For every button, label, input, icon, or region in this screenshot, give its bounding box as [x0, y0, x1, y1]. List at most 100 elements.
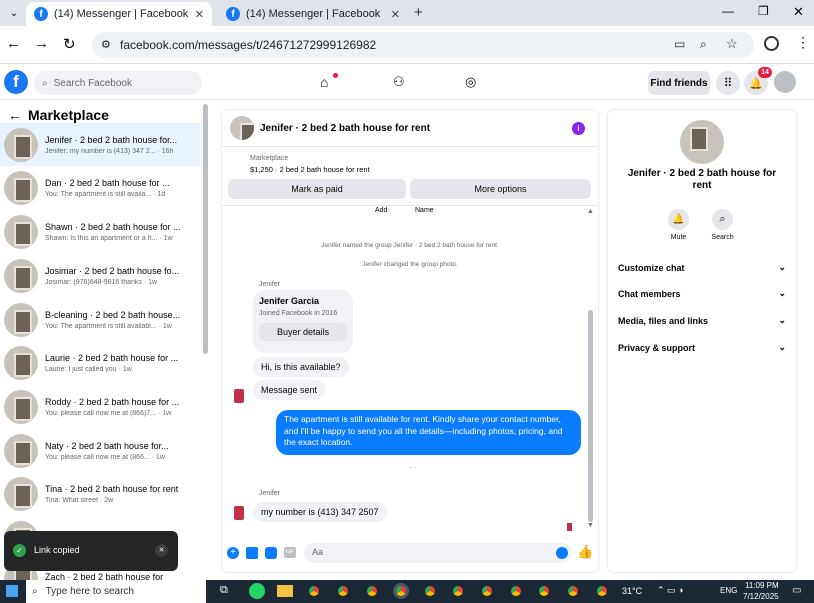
listing-avatar [4, 389, 38, 424]
gif-icon[interactable]: GIF [284, 547, 296, 558]
facebook-search-input[interactable]: ⌕ Search Facebook [34, 71, 202, 95]
url-field[interactable]: ⚙ facebook.com/messages/t/24671272999126… [92, 32, 754, 58]
close-window-icon[interactable]: ✕ [793, 4, 804, 20]
chrome-icon[interactable] [594, 583, 610, 599]
chevron-down-icon: ⌄ [778, 342, 786, 352]
find-friends-button[interactable]: Find friends [648, 71, 710, 95]
customize-chat-row[interactable]: Customize chat ⌄ [618, 262, 786, 273]
section-label: Customize chat [618, 262, 685, 273]
menu-grid-icon[interactable]: ⠿ [716, 71, 740, 95]
chat-header-avatar[interactable] [230, 116, 254, 140]
chrome-icon[interactable] [536, 583, 552, 599]
close-tab-icon[interactable]: ✕ [195, 8, 204, 21]
photo-icon[interactable] [246, 547, 258, 559]
start-icon[interactable] [6, 585, 18, 597]
conversation-item[interactable]: Jenifer · 2 bed 2 bath house for... Jenif… [0, 123, 200, 166]
media-files-links-row[interactable]: Media, files and links ⌄ [618, 315, 786, 326]
message-input[interactable]: Aa [304, 543, 572, 563]
conversation-item[interactable]: Shawn · 2 bed 2 bath house for ... Shawn:… [0, 210, 200, 253]
bookmark-star-icon[interactable]: ☆ [726, 36, 738, 52]
mute-bell-icon[interactable]: 🔔 [668, 209, 689, 230]
weather-text[interactable]: 31°C [622, 586, 642, 596]
chrome-icon[interactable] [450, 583, 466, 599]
conversation-item[interactable]: Tina · 2 bed 2 bath house for rent Tina: … [0, 472, 200, 515]
friends-icon[interactable]: ⚇ [393, 74, 405, 90]
facebook-favicon-icon: f [34, 7, 48, 21]
conversation-item[interactable]: Naty · 2 bed 2 bath house for... You: ple… [0, 429, 200, 472]
cast-icon[interactable]: ▭ [674, 37, 685, 51]
chrome-icon[interactable] [364, 583, 380, 599]
conversation-text: Tina · 2 bed 2 bath house for rent Tina: … [45, 484, 193, 504]
clock-time[interactable]: 11:09 PM [745, 581, 779, 590]
close-tab-icon[interactable]: ✕ [391, 8, 400, 21]
task-view-icon[interactable]: ⧉ [220, 584, 228, 597]
chrome-icon[interactable] [306, 583, 322, 599]
conversation-preview: You: please call now me at (866)7... · 1… [45, 409, 172, 417]
conversation-item[interactable]: Dan · 2 bed 2 bath house for ... You: The… [0, 166, 200, 209]
restore-icon[interactable]: ❐ [758, 4, 769, 18]
group-photo[interactable] [680, 120, 724, 164]
chrome-icon[interactable] [565, 583, 581, 599]
browser-tab-active[interactable]: f (14) Messenger | Facebook ✕ [26, 2, 212, 26]
close-toast-icon[interactable]: ✕ [155, 544, 168, 557]
sender-avatar[interactable] [234, 389, 244, 403]
tray-icons[interactable]: ⌃ ▭ ◑ [657, 585, 683, 596]
chat-info-icon[interactable]: i [572, 122, 585, 135]
mark-as-paid-button[interactable]: Mark as paid [228, 179, 406, 199]
sender-avatar[interactable] [234, 506, 244, 520]
browser-tab[interactable]: f (14) Messenger | Facebook ✕ [218, 2, 408, 26]
reload-icon[interactable]: ↻ [63, 35, 76, 53]
zoom-icon[interactable]: ⌕ [700, 37, 707, 52]
buyer-details-button[interactable]: Buyer details [259, 323, 347, 341]
file-explorer-icon[interactable] [277, 585, 293, 597]
message-bubble[interactable]: Message sent [253, 380, 326, 400]
listing-detail[interactable]: $1,250 · 2 bed 2 bath house for rent [250, 165, 370, 174]
browser-menu-icon[interactable]: ⋮ [796, 34, 810, 51]
tab-search-icon[interactable]: ⌄ [6, 5, 22, 21]
conversation-item[interactable]: Roddy · 2 bed 2 bath house for ... You: p… [0, 385, 200, 428]
emoji-icon[interactable] [556, 547, 568, 559]
outgoing-message-bubble[interactable]: The apartment is still available for ren… [276, 410, 581, 455]
chrome-icon[interactable] [335, 583, 351, 599]
home-icon[interactable]: ⌂ [320, 74, 328, 90]
notification-center-icon[interactable]: ▭ [792, 585, 801, 596]
more-options-button[interactable]: More options [410, 179, 591, 199]
minimize-icon[interactable]: — [722, 4, 734, 18]
conversation-item[interactable]: Laurie · 2 bed 2 bath house for ... Lauri… [0, 341, 200, 384]
chat-header-title[interactable]: Jenifer · 2 bed 2 bath house for rent [260, 123, 430, 134]
forward-icon[interactable]: → [34, 35, 49, 52]
chrome-icon[interactable] [479, 583, 495, 599]
account-avatar[interactable] [774, 71, 796, 93]
whatsapp-icon[interactable] [249, 583, 265, 599]
conversation-item[interactable]: Josimar · 2 bed 2 bath house fo... Josima… [0, 254, 200, 297]
chrome-icon[interactable] [508, 583, 524, 599]
conversation-item[interactable]: B-cleaning · 2 bed 2 bath house... You: T… [0, 298, 200, 341]
read-receipt-avatar [567, 523, 572, 531]
site-settings-icon[interactable]: ⚙ [101, 38, 111, 51]
scroll-up-icon[interactable]: ▲ [587, 208, 594, 215]
message-bubble[interactable]: Hi, is this available? [253, 357, 349, 377]
privacy-support-row[interactable]: Privacy & support ⌄ [618, 342, 786, 353]
back-arrow-icon[interactable]: ← [8, 107, 22, 123]
facebook-favicon-icon: f [226, 7, 240, 21]
new-tab-icon[interactable]: + [414, 4, 423, 21]
thumbs-up-icon[interactable]: 👍 [577, 544, 593, 560]
chrome-icon[interactable] [422, 583, 438, 599]
back-icon[interactable]: ← [6, 35, 21, 52]
marketplace-inbox: ← Marketplace Jenifer · 2 bed 2 bath hou… [0, 100, 212, 580]
scroll-down-icon[interactable]: ▼ [587, 522, 594, 529]
sticker-icon[interactable] [265, 547, 277, 559]
chat-members-row[interactable]: Chat members ⌄ [618, 288, 786, 299]
groups-icon[interactable]: ◎ [465, 74, 476, 90]
left-scrollbar[interactable] [203, 104, 208, 354]
search-chat-icon[interactable]: ⌕ [712, 209, 733, 230]
clock-date[interactable]: 7/12/2025 [743, 592, 779, 601]
facebook-logo[interactable]: f [4, 70, 28, 94]
chrome-icon[interactable] [393, 583, 409, 599]
taskbar-search[interactable]: ⌕ Type here to search [26, 580, 206, 603]
chat-scrollbar[interactable] [588, 310, 593, 522]
add-circle-icon[interactable]: + [227, 547, 239, 559]
language-indicator[interactable]: ENG [720, 586, 737, 595]
message-bubble[interactable]: my number is (413) 347 2507 [253, 502, 387, 522]
profile-icon[interactable] [764, 36, 779, 51]
